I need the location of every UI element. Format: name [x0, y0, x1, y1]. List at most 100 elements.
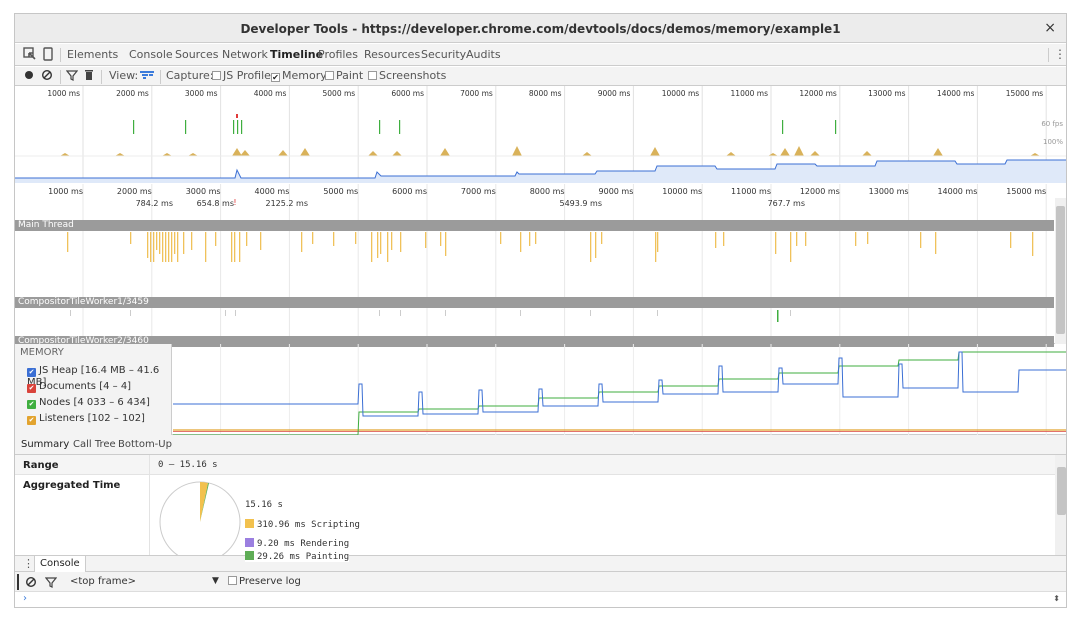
frame-duration-label: 2125.2 ms — [266, 199, 309, 208]
devtools-window: Developer Tools - https://developer.chro… — [14, 13, 1067, 608]
fps-bar — [835, 120, 837, 134]
main-thread-task — [162, 232, 164, 262]
console-scroll-icon[interactable]: ⬍ — [1053, 594, 1060, 603]
frame-duration-label: 5493.9 ms — [560, 199, 603, 208]
tab-call-tree[interactable]: Call Tree — [73, 439, 116, 450]
track-main-thread[interactable]: Main Thread — [15, 220, 1054, 231]
chevron-down-icon[interactable]: ▼ — [212, 576, 219, 586]
preserve-log-checkbox[interactable]: Preserve log — [228, 576, 301, 587]
memory-checkbox[interactable]: ✔ Memory — [271, 69, 327, 82]
title-bar: Developer Tools - https://developer.chro… — [15, 14, 1066, 43]
tab-console[interactable]: Console — [129, 48, 173, 61]
inspect-icon[interactable] — [23, 47, 37, 65]
tab-elements[interactable]: Elements — [67, 48, 118, 61]
ruler-tick-label: 4000 ms — [254, 89, 287, 98]
drawer-tab-console[interactable]: Console — [34, 556, 86, 572]
compositor-task — [235, 310, 236, 316]
frame-duration-label: 654.8 ms — [197, 199, 234, 208]
legend-listeners[interactable]: ✔ Listeners [102 – 102] — [27, 413, 145, 425]
paint-checkbox[interactable]: Paint — [325, 69, 363, 82]
compositor-task — [130, 310, 131, 316]
details-tab-bar: Summary Call Tree Bottom-Up — [15, 435, 1066, 455]
flame-tick-label: 15000 ms — [1006, 187, 1046, 196]
main-thread-task — [191, 232, 193, 250]
context-select[interactable]: <top frame> — [70, 576, 136, 587]
record-icon[interactable] — [23, 68, 35, 85]
main-thread-task — [177, 232, 179, 262]
tab-summary[interactable]: Summary — [21, 439, 69, 450]
main-thread-task — [231, 232, 233, 262]
tab-sources[interactable]: Sources — [175, 48, 219, 61]
timeline-toolbar: View: Capture: JS Profile ✔ Memory Paint … — [15, 67, 1066, 86]
range-value: 0 – 15.16 s — [158, 460, 218, 470]
tab-audits[interactable]: Audits — [466, 48, 501, 61]
summary-scrollbar-thumb[interactable] — [1057, 467, 1066, 515]
flame-tick-label: 5000 ms — [323, 187, 358, 196]
tab-resources[interactable]: Resources — [364, 48, 420, 61]
screenshots-checkbox[interactable]: Screenshots — [368, 69, 446, 82]
summary-panel: Range 0 – 15.16 s Aggregated Time 15.16 … — [15, 455, 1066, 555]
legend-documents[interactable]: ✔ Documents [4 – 4] — [27, 381, 131, 393]
cpu-activity-peak — [810, 151, 820, 156]
js-profile-checkbox[interactable]: JS Profile — [212, 69, 271, 82]
paint-label: Paint — [336, 69, 364, 82]
error-marker — [236, 114, 238, 118]
close-icon[interactable]: × — [1044, 20, 1056, 36]
main-thread-task — [805, 232, 807, 246]
fps-bar — [379, 120, 381, 134]
check-icon[interactable]: ✔ — [27, 368, 36, 377]
fps-bar — [237, 120, 239, 134]
tab-bottom-up[interactable]: Bottom-Up — [118, 439, 172, 450]
check-icon[interactable]: ✔ — [27, 416, 36, 425]
more-vert-icon[interactable]: ⋮ — [1054, 47, 1066, 61]
flame-tick-label: 10000 ms — [662, 187, 702, 196]
ruler-tick-label: 2000 ms — [116, 89, 149, 98]
console-clear-icon[interactable] — [25, 575, 37, 592]
summary-scrollbar[interactable] — [1055, 455, 1066, 555]
flame-scrollbar[interactable] — [1055, 198, 1066, 344]
tab-timeline[interactable]: Timeline — [270, 48, 323, 61]
cpu-activity-peak — [650, 147, 660, 156]
main-thread-task — [380, 232, 382, 254]
trash-icon[interactable] — [84, 68, 94, 85]
filter-icon[interactable] — [65, 68, 79, 85]
track-compositor-worker-1[interactable]: CompositorTileWorker1/3459 — [15, 297, 1054, 308]
console-body[interactable]: › ⬍ — [15, 592, 1066, 607]
tab-security[interactable]: Security — [421, 48, 466, 61]
main-thread-task — [535, 232, 537, 244]
main-thread-task — [234, 232, 236, 262]
console-filter-icon[interactable] — [44, 575, 58, 592]
cpu-activity-peak — [392, 151, 402, 156]
ruler-tick-label: 9000 ms — [598, 89, 631, 98]
device-mode-icon[interactable] — [43, 47, 53, 65]
toolbar-divider — [1048, 48, 1049, 62]
main-thread-task — [174, 232, 176, 254]
main-thread-task — [520, 232, 522, 252]
legend-nodes[interactable]: ✔ Nodes [4 033 – 6 434] — [27, 397, 150, 409]
main-thread-task — [147, 232, 149, 258]
drawer-menu-icon[interactable]: ⋮ — [23, 557, 34, 570]
ruler-tick-label: 7000 ms — [460, 89, 493, 98]
main-thread-task — [301, 232, 303, 252]
console-caret-bar — [17, 574, 19, 590]
timeline-overview[interactable]: 1000 ms 2000 ms 3000 ms 4000 ms 5000 ms 6000 … — [15, 86, 1066, 183]
cpu-activity-peak — [440, 148, 450, 156]
flame-scrollbar-thumb[interactable] — [1056, 206, 1065, 334]
tab-network[interactable]: Network — [222, 48, 268, 61]
check-icon[interactable]: ✔ — [27, 400, 36, 409]
main-thread-task — [855, 232, 857, 246]
flame-view-icon[interactable] — [139, 69, 155, 84]
memory-legend: MEMORY ✔ JS Heap [16.4 MB – 41.6 MB] ✔ Doc… — [15, 344, 172, 435]
flame-chart[interactable]: 1000 ms 2000 ms 3000 ms 4000 ms 5000 ms 6000 … — [15, 184, 1066, 347]
cpu-activity-peak — [368, 151, 378, 156]
check-icon[interactable]: ✔ — [27, 384, 36, 393]
overview-chart: 1000 ms 2000 ms 3000 ms 4000 ms 5000 ms 6000 … — [15, 86, 1066, 183]
main-thread-task — [312, 232, 314, 244]
fps-bar — [133, 120, 135, 134]
ruler-tick-label: 10000 ms — [662, 89, 700, 98]
ruler-tick-label: 1000 ms — [47, 89, 80, 98]
clear-icon[interactable] — [41, 68, 53, 85]
tab-profiles[interactable]: Profiles — [318, 48, 358, 61]
main-thread-task — [440, 232, 442, 246]
fps-label: 60 fps — [1041, 120, 1063, 128]
